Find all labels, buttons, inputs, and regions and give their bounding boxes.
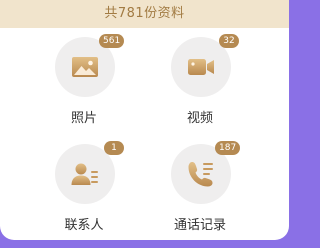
contacts-label: 联系人 — [64, 218, 104, 233]
category-contacts[interactable]: 1 联系人 — [34, 141, 134, 240]
data-summary-card: 共781份资料 561 照片 32 视频 1 联系人 187 通话记录 — [0, 0, 289, 240]
calls-label: 通话记录 — [173, 218, 226, 233]
category-videos[interactable]: 32 视频 — [150, 34, 250, 137]
photos-count-badge: 561 — [99, 34, 125, 48]
videos-label: 视频 — [186, 111, 213, 126]
category-photos[interactable]: 561 照片 — [34, 34, 134, 137]
photos-label: 照片 — [70, 111, 97, 126]
contacts-count-badge: 1 — [104, 141, 124, 155]
category-call-log[interactable]: 187 通话记录 — [150, 141, 250, 240]
contacts-icon-circle: 1 — [55, 141, 124, 204]
total-count-header: 共781份资料 — [0, 0, 289, 28]
videos-count-badge: 32 — [219, 34, 239, 48]
videos-icon-circle: 32 — [171, 34, 239, 97]
calls-icon-circle: 187 — [171, 141, 241, 204]
calls-count-badge: 187 — [215, 141, 241, 155]
photos-icon-circle: 561 — [55, 34, 125, 97]
